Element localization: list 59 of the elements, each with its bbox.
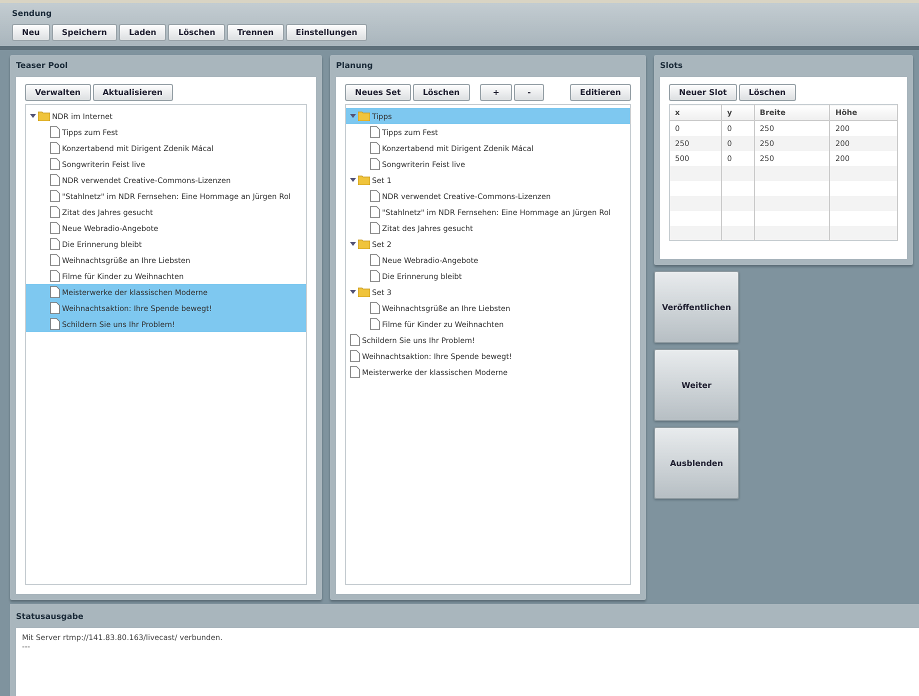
document-icon (370, 126, 380, 138)
step-button[interactable]: - (514, 84, 544, 101)
folder-icon (358, 239, 370, 249)
document-icon (370, 206, 380, 218)
document-icon (370, 190, 380, 202)
action-button[interactable]: Aktualisieren (92, 84, 173, 101)
folder-icon (358, 111, 370, 121)
caret-icon[interactable] (30, 113, 36, 119)
document-icon (50, 238, 60, 250)
toolbar-button[interactable]: Trennen (227, 24, 284, 41)
toolbar-button[interactable]: Neu (12, 24, 50, 41)
document-icon (50, 158, 60, 170)
document-icon (350, 366, 360, 378)
edit-button[interactable]: Editieren (570, 84, 631, 101)
action-button[interactable]: Ausblenden (654, 427, 739, 499)
panel-title: Teaser Pool (16, 61, 69, 70)
action-button[interactable]: Löschen (738, 84, 796, 101)
caret-icon[interactable] (350, 241, 356, 247)
toolbar-button[interactable]: Löschen (168, 24, 226, 41)
document-icon (50, 126, 60, 138)
action-button[interactable]: Neues Set (345, 84, 411, 101)
action-button[interactable]: Weiter (654, 349, 739, 421)
document-icon (50, 190, 60, 202)
toolbar-button[interactable]: Einstellungen (286, 24, 368, 41)
panel-title: Statusausgabe (16, 612, 84, 621)
action-button[interactable]: Löschen (412, 84, 470, 101)
document-icon (370, 270, 380, 282)
step-button[interactable]: + (480, 84, 512, 101)
toolbar-button[interactable]: Speichern (52, 24, 117, 41)
document-icon (350, 334, 360, 346)
document-icon (50, 142, 60, 154)
document-icon (350, 350, 360, 362)
caret-icon[interactable] (350, 177, 356, 183)
document-icon (50, 286, 60, 298)
panel-title: Planung (336, 61, 374, 70)
folder-icon (358, 287, 370, 297)
document-icon (50, 318, 60, 330)
document-icon (50, 222, 60, 234)
document-icon (50, 254, 60, 266)
section-title: Sendung (12, 9, 53, 18)
panel-title: Slots (660, 61, 684, 70)
document-icon (370, 158, 380, 170)
document-icon (50, 206, 60, 218)
document-icon (370, 302, 380, 314)
document-icon (370, 254, 380, 266)
document-icon (370, 142, 380, 154)
document-icon (50, 302, 60, 314)
caret-icon[interactable] (350, 289, 356, 295)
action-button[interactable]: Veröffentlichen (654, 271, 739, 343)
folder-icon (38, 111, 50, 121)
document-icon (370, 222, 380, 234)
document-icon (50, 174, 60, 186)
document-icon (370, 318, 380, 330)
action-button[interactable]: Neuer Slot (669, 84, 737, 101)
document-icon (50, 270, 60, 282)
toolbar-button[interactable]: Laden (119, 24, 166, 41)
caret-icon[interactable] (350, 113, 356, 119)
action-button[interactable]: Verwalten (25, 84, 91, 101)
folder-icon (358, 175, 370, 185)
